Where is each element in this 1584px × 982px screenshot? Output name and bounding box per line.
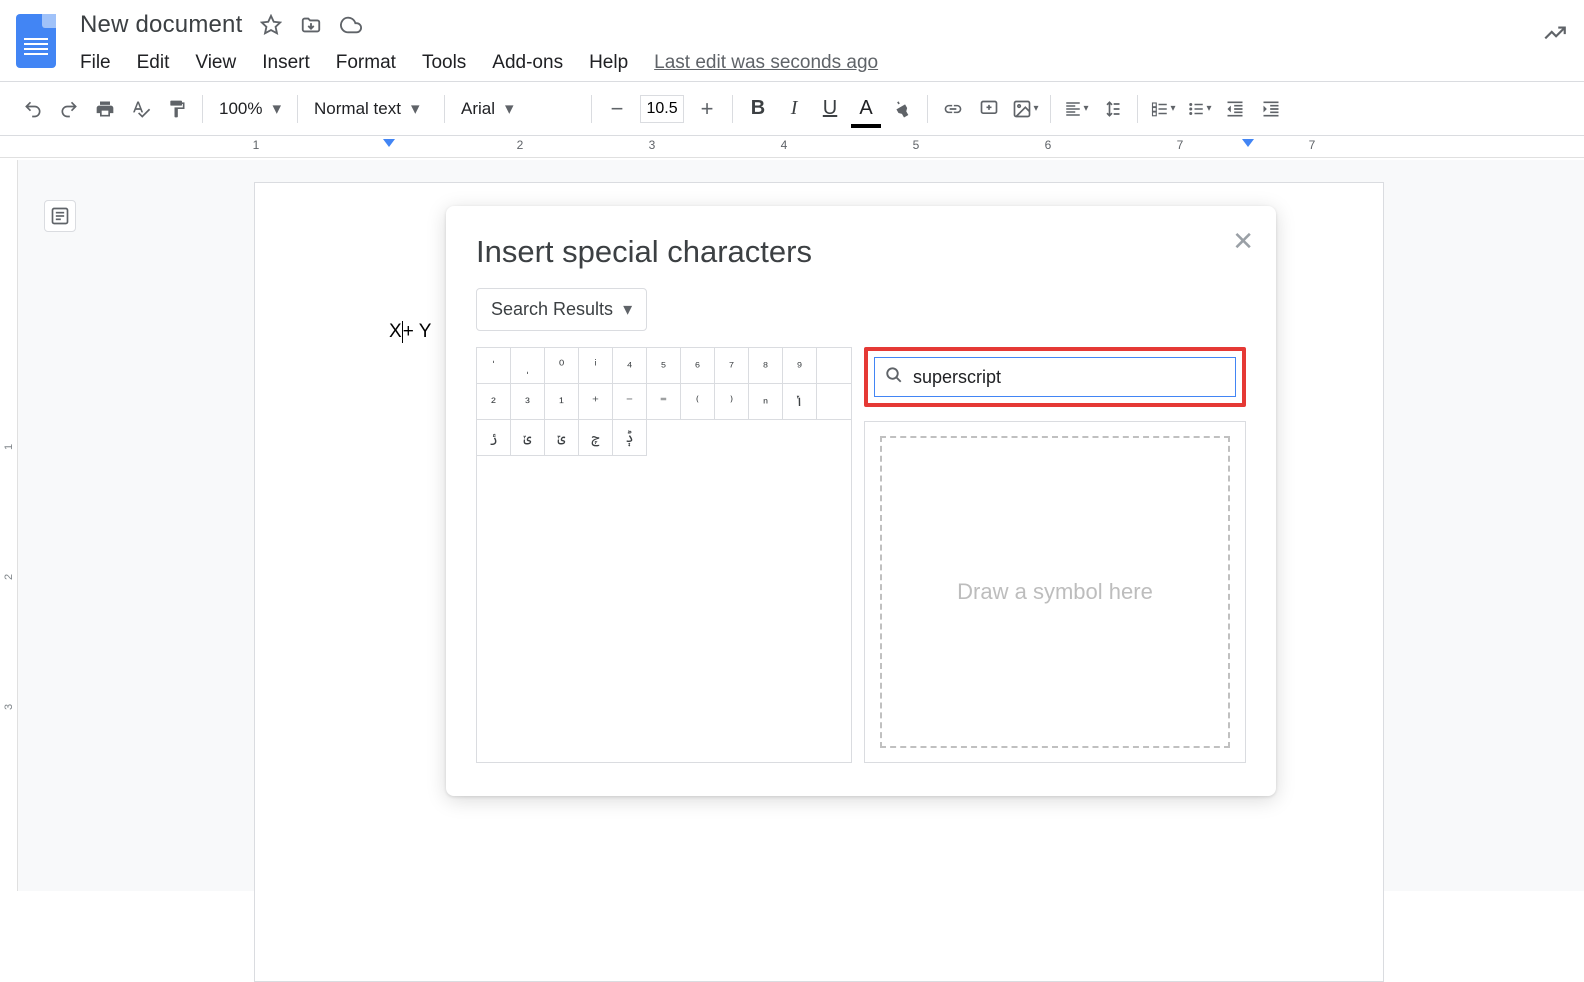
search-input[interactable]: [913, 367, 1225, 388]
outline-button[interactable]: [44, 200, 76, 232]
move-icon[interactable]: [300, 14, 322, 36]
document-content[interactable]: X+ Y: [389, 321, 431, 343]
character-cell[interactable]: ݶ: [545, 420, 579, 456]
spellcheck-button[interactable]: [124, 92, 158, 126]
character-cell[interactable]: ⁾: [715, 384, 749, 420]
decrease-indent-button[interactable]: [1218, 92, 1252, 126]
zoom-select[interactable]: 100%▾: [211, 92, 289, 126]
italic-button[interactable]: I: [777, 92, 811, 126]
menu-view[interactable]: View: [195, 52, 236, 74]
insert-link-button[interactable]: [936, 92, 970, 126]
bulleted-list-button[interactable]: ▾: [1182, 92, 1216, 126]
undo-button[interactable]: [16, 92, 50, 126]
cloud-icon[interactable]: [340, 14, 362, 36]
redo-button[interactable]: [52, 92, 86, 126]
character-grid: ˈˌ⁰ⁱ⁴⁵⁶⁷⁸⁹ ²³¹⁺⁻⁼⁽⁾ⁿݳ ݬݵݶݼݙ: [476, 347, 852, 763]
docs-logo-icon[interactable]: [16, 14, 56, 68]
character-cell[interactable]: ݙ: [613, 420, 647, 456]
indent-marker-left[interactable]: [383, 139, 395, 147]
character-cell[interactable]: ⁴: [613, 348, 647, 384]
dialog-title: Insert special characters: [476, 234, 1246, 270]
ruler-num: 7: [1177, 138, 1184, 152]
menu-insert[interactable]: Insert: [262, 52, 310, 74]
last-edit-link[interactable]: Last edit was seconds ago: [654, 52, 878, 74]
character-cell[interactable]: ⁱ: [579, 348, 613, 384]
menu-format[interactable]: Format: [336, 52, 396, 74]
horizontal-ruler: 1 2 3 4 5 6 7 7: [0, 136, 1584, 158]
character-cell[interactable]: ⁷: [715, 348, 749, 384]
character-cell[interactable]: ⁰: [545, 348, 579, 384]
character-cell[interactable]: ³: [511, 384, 545, 420]
character-cell[interactable]: ⁿ: [749, 384, 783, 420]
menu-file[interactable]: File: [80, 52, 111, 74]
search-icon: [885, 366, 903, 389]
menu-addons[interactable]: Add-ons: [492, 52, 563, 74]
character-cell[interactable]: ⁽: [681, 384, 715, 420]
menu-tools[interactable]: Tools: [422, 52, 466, 74]
indent-marker-right[interactable]: [1242, 139, 1254, 147]
font-size-input[interactable]: [640, 95, 684, 123]
character-cell[interactable]: ݼ: [579, 420, 613, 456]
category-dropdown[interactable]: Search Results▾: [476, 288, 647, 331]
character-cell[interactable]: ⁶: [681, 348, 715, 384]
character-cell[interactable]: ˈ: [477, 348, 511, 384]
character-cell[interactable]: ݵ: [511, 420, 545, 456]
character-cell[interactable]: ݳ: [783, 384, 817, 420]
explore-icon[interactable]: [1542, 20, 1568, 51]
add-comment-button[interactable]: [972, 92, 1006, 126]
ruler-num: 4: [781, 138, 788, 152]
character-cell[interactable]: ⁵: [647, 348, 681, 384]
character-cell[interactable]: ²: [477, 384, 511, 420]
menu-bar: File Edit View Insert Format Tools Add-o…: [80, 42, 1542, 74]
search-highlight-box: [864, 347, 1246, 407]
menu-help[interactable]: Help: [589, 52, 628, 74]
vertical-ruler: 1 2 3: [0, 160, 18, 891]
increase-indent-button[interactable]: [1254, 92, 1288, 126]
text-color-button[interactable]: A: [849, 92, 883, 126]
font-select[interactable]: Arial▾: [453, 92, 583, 126]
decrease-font-button[interactable]: −: [600, 92, 634, 126]
bold-button[interactable]: B: [741, 92, 775, 126]
character-cell[interactable]: ⁸: [749, 348, 783, 384]
insert-image-button[interactable]: ▾: [1008, 92, 1042, 126]
underline-button[interactable]: U: [813, 92, 847, 126]
search-box[interactable]: [874, 357, 1236, 397]
paint-format-button[interactable]: [160, 92, 194, 126]
character-cell[interactable]: ⁹: [783, 348, 817, 384]
special-characters-dialog: ✕ Insert special characters Search Resul…: [446, 206, 1276, 796]
character-cell[interactable]: ݬ: [477, 420, 511, 456]
ruler-num: 2: [517, 138, 524, 152]
ruler-num: 3: [649, 138, 656, 152]
star-icon[interactable]: [260, 14, 282, 36]
character-cell[interactable]: ¹: [545, 384, 579, 420]
draw-symbol-box[interactable]: Draw a symbol here: [864, 421, 1246, 763]
draw-placeholder: Draw a symbol here: [957, 579, 1153, 605]
menu-edit[interactable]: Edit: [137, 52, 170, 74]
app-header: New document File Edit View Insert Forma…: [0, 0, 1584, 82]
print-button[interactable]: [88, 92, 122, 126]
checklist-button[interactable]: ▾: [1146, 92, 1180, 126]
character-cell[interactable]: ˌ: [511, 348, 545, 384]
align-button[interactable]: ▾: [1059, 92, 1093, 126]
document-title[interactable]: New document: [80, 11, 242, 39]
character-cell[interactable]: ⁼: [647, 384, 681, 420]
line-spacing-button[interactable]: [1095, 92, 1129, 126]
toolbar: 100%▾ Normal text▾ Arial▾ − + B I U A ▾ …: [0, 82, 1584, 136]
close-icon[interactable]: ✕: [1232, 226, 1254, 257]
increase-font-button[interactable]: +: [690, 92, 724, 126]
ruler-num: 5: [913, 138, 920, 152]
highlight-button[interactable]: [885, 92, 919, 126]
ruler-num: 1: [253, 138, 260, 152]
character-cell[interactable]: ⁺: [579, 384, 613, 420]
ruler-num: 6: [1045, 138, 1052, 152]
style-select[interactable]: Normal text▾: [306, 92, 436, 126]
character-cell[interactable]: ⁻: [613, 384, 647, 420]
